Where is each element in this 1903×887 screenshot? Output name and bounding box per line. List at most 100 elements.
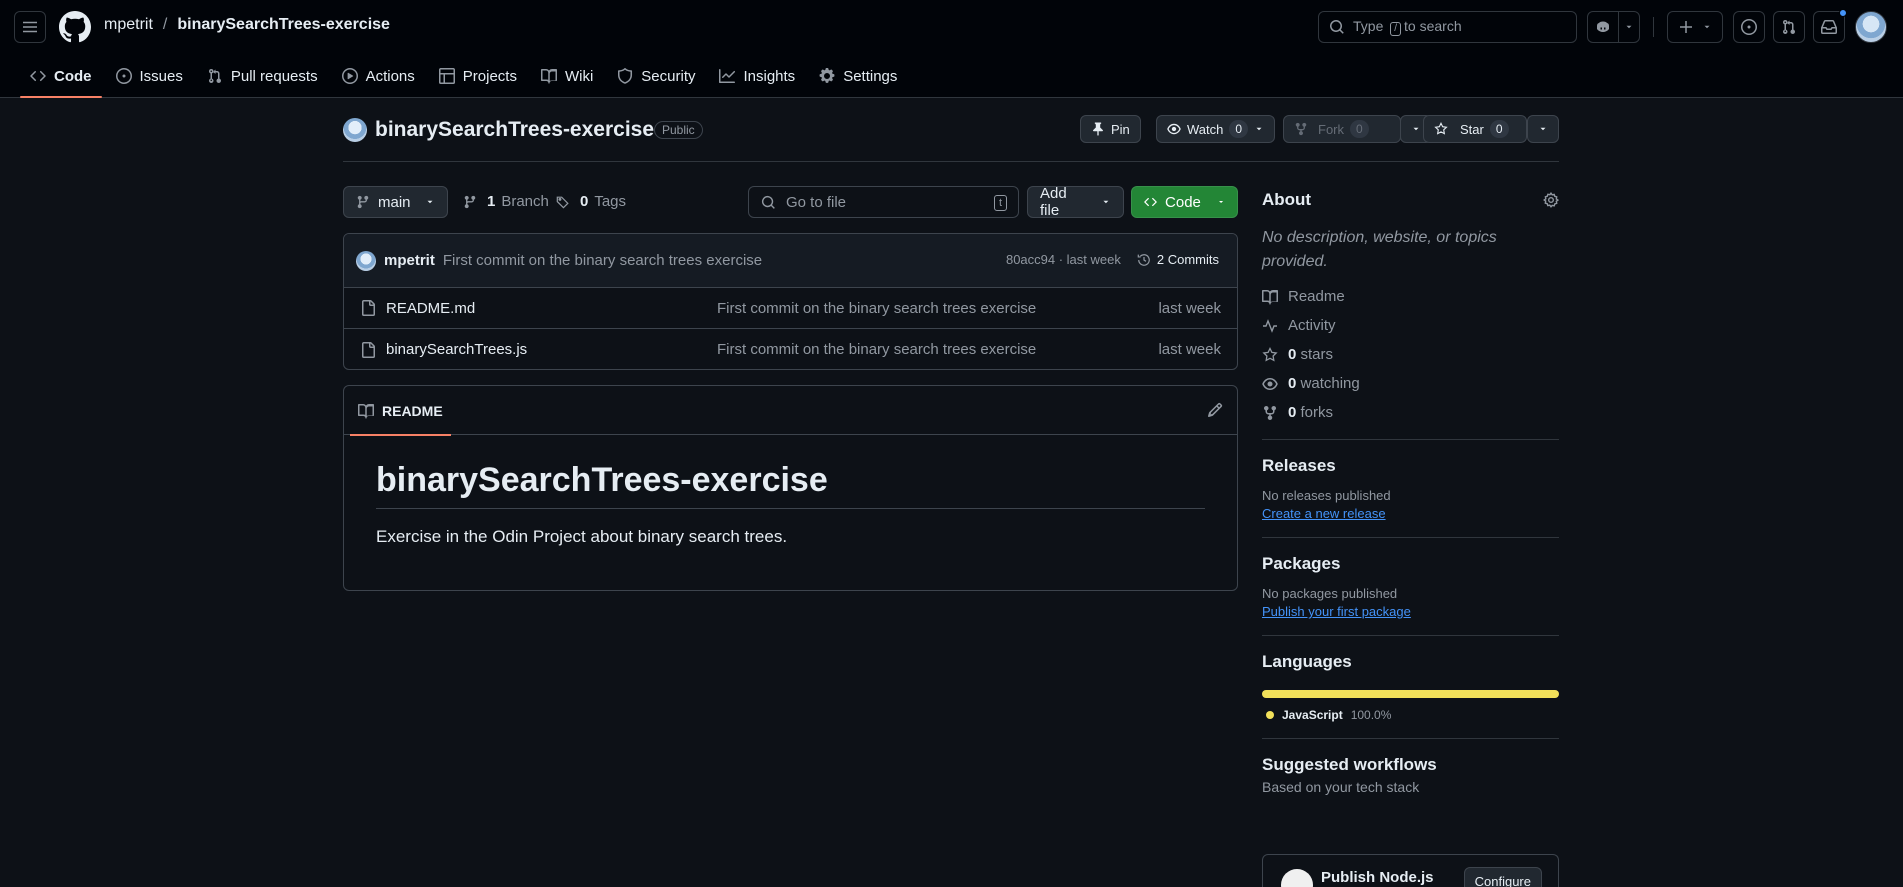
tab-security[interactable]: Security (607, 54, 705, 98)
commit-hash-time[interactable]: 80acc94 · last week (1006, 252, 1121, 267)
releases-title[interactable]: Releases (1262, 456, 1559, 476)
commit-author-avatar[interactable] (356, 250, 376, 271)
pull-requests-button[interactable] (1773, 11, 1805, 43)
repo-header: binarySearchTrees-exercise Public Pin Wa… (343, 114, 1559, 162)
readme-tab[interactable]: README (350, 386, 451, 436)
languages-title: Languages (1262, 652, 1352, 671)
star-dropdown-button[interactable] (1527, 115, 1559, 143)
search-icon (1330, 20, 1344, 34)
file-commit-time: last week (1158, 341, 1221, 358)
commits-history-link[interactable]: 2 Commits (1137, 252, 1219, 267)
fork-icon (1295, 122, 1307, 136)
watch-count: 0 (1229, 120, 1249, 138)
edit-about-button[interactable] (1543, 192, 1559, 208)
copilot-button[interactable] (1587, 11, 1619, 43)
stars-text: 0 stars (1288, 346, 1334, 363)
branch-icon (357, 195, 369, 209)
watch-button[interactable]: Watch 0 (1156, 115, 1275, 143)
tags-label: Tags (594, 193, 627, 210)
pencil-icon (1208, 402, 1223, 417)
table-icon (438, 68, 455, 84)
top-bar: mpetrit / binarySearchTrees-exercise Typ… (0, 0, 1903, 98)
file-commit-message[interactable]: First commit on the binary search trees … (717, 341, 1036, 358)
pin-button[interactable]: Pin (1080, 115, 1141, 143)
breadcrumb: mpetrit / binarySearchTrees-exercise (104, 16, 390, 34)
search-input[interactable]: Type / to search (1318, 11, 1577, 43)
shield-icon (618, 68, 633, 84)
copilot-dropdown-button[interactable] (1618, 11, 1640, 43)
history-icon (1137, 253, 1150, 266)
tab-actions[interactable]: Actions (332, 54, 425, 98)
header-divider (1653, 17, 1654, 37)
issues-button[interactable] (1733, 11, 1765, 43)
publish-package-link[interactable]: Publish your first package (1262, 604, 1411, 619)
tags-link[interactable]: 0 Tags (556, 193, 626, 210)
edit-readme-button[interactable] (1207, 402, 1223, 418)
triangle-down-icon (1218, 200, 1223, 204)
stars-link[interactable]: 0 stars (1262, 340, 1559, 369)
go-to-file-input[interactable]: Go to file t (748, 186, 1019, 218)
tab-projects[interactable]: Projects (429, 54, 527, 98)
triangle-down-icon (1413, 127, 1419, 131)
eye-icon (1167, 123, 1181, 135)
readme-link[interactable]: Readme (1262, 282, 1559, 311)
watchers-link[interactable]: 0 watching (1262, 369, 1559, 398)
tab-pull-requests[interactable]: Pull requests (197, 54, 328, 98)
branches-link[interactable]: 1 Branch (463, 193, 549, 210)
eye-icon (1262, 377, 1278, 390)
file-row[interactable]: binarySearchTrees.js First commit on the … (344, 329, 1237, 369)
owner-link[interactable]: mpetrit (104, 16, 153, 34)
star-button[interactable]: Star 0 (1423, 115, 1527, 143)
activity-link[interactable]: Activity (1262, 311, 1559, 340)
packages-title[interactable]: Packages (1262, 554, 1559, 574)
tab-label: Wiki (564, 67, 594, 85)
tab-label: Security (641, 67, 696, 85)
file-name[interactable]: binarySearchTrees.js (386, 341, 527, 358)
branch-name: main (378, 193, 411, 211)
file-commit-message[interactable]: First commit on the binary search trees … (717, 300, 1036, 317)
language-color-dot (1266, 711, 1274, 719)
file-row[interactable]: README.md First commit on the binary sear… (344, 288, 1237, 329)
configure-button[interactable]: Configure (1463, 867, 1542, 887)
sidebar: About No description, website, or topics… (1262, 190, 1559, 887)
file-toolbar: main 1 Branch 0 Tags Go to file t Add fi… (343, 185, 1238, 219)
language-item[interactable]: JavaScript 100.0% (1262, 708, 1559, 722)
gear-icon (819, 68, 835, 83)
tab-insights[interactable]: Insights (709, 54, 805, 98)
create-release-link[interactable]: Create a new release (1262, 506, 1386, 521)
pull-request-icon (208, 69, 221, 84)
forks-link[interactable]: 0 forks (1262, 398, 1559, 427)
fork-button[interactable]: Fork 0 (1283, 115, 1401, 143)
latest-commit-bar: mpetrit First commit on the binary searc… (344, 234, 1237, 288)
repo-owner-avatar[interactable] (343, 118, 367, 142)
tab-issues[interactable]: Issues (106, 54, 193, 98)
branches-label: Branch (501, 193, 549, 210)
star-icon (1434, 122, 1448, 135)
triangle-down-icon (1103, 200, 1109, 204)
tab-wiki[interactable]: Wiki (531, 54, 603, 98)
create-new-button[interactable] (1667, 11, 1723, 43)
workflows-subtitle: Based on your tech stack (1262, 779, 1420, 795)
repo-link[interactable]: binarySearchTrees-exercise (177, 16, 390, 34)
menu-button[interactable] (14, 11, 46, 43)
releases-section: Releases No releases published Create a … (1262, 440, 1559, 537)
inbox-button[interactable] (1813, 9, 1847, 43)
tab-code[interactable]: Code (20, 54, 102, 98)
forks-text: 0 forks (1288, 404, 1334, 421)
code-button[interactable]: Code (1131, 186, 1238, 218)
search-icon (761, 195, 775, 209)
add-file-button[interactable]: Add file (1027, 185, 1124, 219)
go-to-file-shortcut: t (993, 195, 1007, 211)
github-logo-icon[interactable] (59, 11, 91, 43)
commit-author[interactable]: mpetrit (384, 252, 435, 269)
commit-message[interactable]: First commit on the binary search trees … (443, 252, 762, 269)
language-name: JavaScript (1282, 708, 1343, 722)
issue-icon (1741, 19, 1757, 35)
tab-settings[interactable]: Settings (809, 54, 907, 98)
branch-selector[interactable]: main (343, 186, 448, 218)
file-name[interactable]: README.md (386, 300, 475, 317)
tab-label: Projects (462, 67, 517, 85)
nodejs-logo-icon (1281, 869, 1313, 887)
repo-title[interactable]: binarySearchTrees-exercise (375, 118, 654, 142)
user-avatar[interactable] (1855, 11, 1887, 43)
